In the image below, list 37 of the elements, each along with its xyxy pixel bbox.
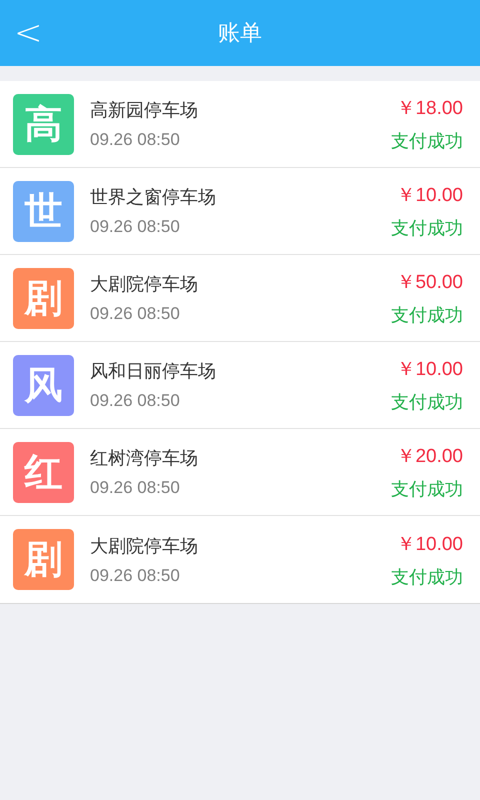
bill-amount: ￥10.00 bbox=[396, 184, 463, 208]
payment-status: 支付成功 bbox=[391, 478, 463, 501]
bill-amount: ￥10.00 bbox=[396, 358, 463, 382]
bill-amount: ￥20.00 bbox=[396, 445, 463, 469]
parking-name: 世界之窗停车场 bbox=[90, 186, 217, 209]
bill-amount: ￥50.00 bbox=[396, 271, 463, 295]
payment-status: 支付成功 bbox=[391, 304, 463, 327]
bill-time: 09.26 08:50 bbox=[90, 217, 181, 237]
parking-name: 大剧院停车场 bbox=[90, 534, 199, 558]
payment-status: 支付成功 bbox=[391, 391, 463, 414]
bill-row[interactable]: 红 红树湾停车场 09.26 08:50 ￥20.00 支付成功 bbox=[0, 429, 480, 516]
bill-time: 09.26 08:50 bbox=[90, 478, 181, 498]
bill-time: 09.26 08:50 bbox=[90, 130, 181, 150]
parking-badge: 剧 bbox=[13, 268, 74, 328]
bill-row[interactable]: 高 高新园停车场 09.26 08:50 ￥18.00 支付成功 bbox=[0, 81, 480, 168]
parking-badge: 高 bbox=[13, 94, 74, 154]
parking-badge: 红 bbox=[13, 442, 74, 502]
parking-name: 风和日丽停车场 bbox=[90, 360, 217, 383]
parking-name: 高新园停车场 bbox=[90, 99, 199, 122]
bill-row[interactable]: 剧 大剧院停车场 09.26 08:50 ￥10.00 支付成功 bbox=[0, 516, 480, 603]
payment-status: 支付成功 bbox=[391, 130, 463, 153]
bill-amount: ￥18.00 bbox=[396, 97, 463, 121]
page-title: 账单 bbox=[218, 20, 262, 48]
bill-row[interactable]: 剧 大剧院停车场 09.26 08:50 ￥50.00 支付成功 bbox=[0, 255, 480, 342]
bill-time: 09.26 08:50 bbox=[90, 391, 181, 411]
payment-status: 支付成功 bbox=[391, 217, 463, 240]
parking-name: 大剧院停车场 bbox=[90, 273, 199, 296]
bill-row[interactable]: 世 世界之窗停车场 09.26 08:50 ￥10.00 支付成功 bbox=[0, 168, 480, 255]
bill-row[interactable]: 风 风和日丽停车场 09.26 08:50 ￥10.00 支付成功 bbox=[0, 342, 480, 429]
bill-time: 09.26 08:50 bbox=[90, 566, 181, 586]
payment-status: 支付成功 bbox=[391, 566, 463, 588]
bill-amount: ￥10.00 bbox=[396, 532, 463, 556]
bill-time: 09.26 08:50 bbox=[90, 304, 181, 324]
parking-name: 红树湾停车场 bbox=[90, 447, 199, 470]
parking-badge: 世 bbox=[13, 180, 74, 242]
parking-badge: 风 bbox=[13, 354, 74, 416]
parking-badge: 剧 bbox=[13, 529, 74, 590]
